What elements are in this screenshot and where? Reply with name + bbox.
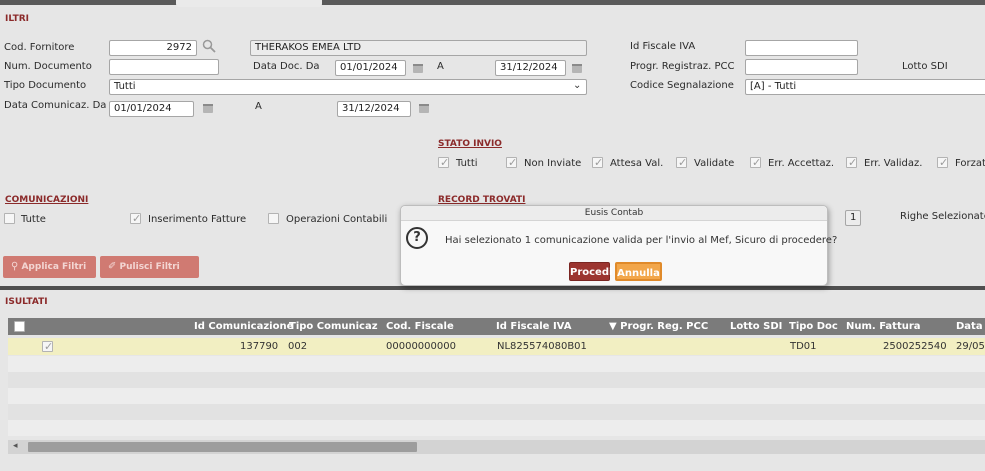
id-fiscale-iva-label: Id Fiscale IVA (630, 41, 696, 52)
calendar-icon[interactable] (413, 64, 423, 73)
data-doc-a-label: A (437, 61, 444, 72)
cell-id: 137790 (240, 341, 279, 352)
scrollbar-thumb[interactable] (28, 442, 417, 452)
table-row[interactable]: 137790 002 00000000000 NL825574080B01 TD… (8, 338, 985, 355)
stato-invio-title: STATO INVIO (438, 139, 502, 149)
data-comunicaz-from-input[interactable]: 01/01/2024 (109, 101, 194, 117)
cell-id-fiscale-iva: NL825574080B01 (497, 341, 587, 352)
col-cod-fiscale[interactable]: Cod. Fiscale (386, 321, 454, 332)
applica-filtri-button[interactable]: ⚲ Applica Filtri (3, 256, 96, 278)
stato-forzat-checkbox[interactable] (937, 156, 948, 169)
id-fiscale-iva-input[interactable] (745, 40, 858, 56)
comunicazioni-tutte-checkbox[interactable] (4, 213, 15, 224)
calendar-icon[interactable] (419, 104, 429, 113)
record-count: 1 (845, 210, 861, 226)
stato-attesa-label: Attesa Val. (610, 158, 664, 169)
section-divider (0, 286, 985, 290)
fornitore-name-field: THERAKOS EMEA LTD (250, 40, 587, 56)
stato-tutti-label: Tutti (456, 158, 478, 169)
tipo-documento-label: Tipo Documento (4, 80, 87, 91)
stato-forzat-label: Forzat (955, 158, 985, 169)
record-trovati-title: RECORD TROVATI (438, 195, 526, 205)
stato-err-validaz-checkbox[interactable] (846, 156, 857, 169)
cod-fornitore-input[interactable]: 2972 (109, 40, 197, 56)
calendar-icon[interactable] (572, 64, 582, 73)
empty-row (8, 388, 985, 404)
num-documento-label: Num. Documento (4, 61, 92, 72)
cell-num-fattura: 2500252540 (883, 341, 947, 352)
tipo-documento-value: Tutti (114, 81, 136, 92)
cell-tipo-doc: TD01 (790, 341, 817, 352)
empty-row (8, 404, 985, 420)
pulisci-filtri-button[interactable]: ✐ Pulisci Filtri (100, 256, 199, 278)
search-icon: ⚲ (11, 261, 19, 272)
operazioni-contabili-checkbox[interactable] (268, 213, 279, 224)
cell-data: 29/05 (956, 341, 985, 352)
stato-attesa-checkbox[interactable] (592, 156, 603, 169)
col-tipo-doc[interactable]: Tipo Doc (789, 321, 838, 332)
col-progr-reg-pcc[interactable]: ▼ Progr. Reg. PCC (609, 321, 708, 332)
stato-err-accettaz-label: Err. Accettaz. (768, 158, 835, 169)
empty-row (8, 420, 985, 436)
cod-fornitore-label: Cod. Fornitore (4, 42, 75, 53)
tipo-documento-select[interactable]: Tutti (109, 79, 587, 95)
procedi-button[interactable]: Procedi (569, 262, 612, 281)
results-header: Id Comunicazione Tipo Comunicaz Cod. Fis… (8, 318, 985, 335)
stato-validate-label: Validate (694, 158, 735, 169)
confirm-dialog: Eusis Contab ? Hai selezionato 1 comunic… (400, 205, 837, 286)
row-checkbox[interactable] (42, 340, 53, 353)
filters-title: ILTRI (5, 14, 30, 24)
codice-segnalazione-select[interactable]: [A] - Tutti (745, 79, 985, 95)
chevron-down-icon[interactable]: ⌄ (573, 80, 581, 91)
lotto-sdi-label: Lotto SDI (902, 61, 948, 72)
question-icon: ? (406, 227, 428, 249)
stato-non-inviate-checkbox[interactable] (506, 156, 517, 169)
horizontal-scrollbar[interactable]: ◂ (8, 440, 985, 454)
search-icon[interactable] (202, 39, 216, 53)
data-comunicaz-a-label: A (255, 101, 262, 112)
cell-tipo: 002 (288, 341, 308, 352)
num-documento-input[interactable] (109, 59, 219, 75)
annulla-button[interactable]: Annulla (615, 262, 662, 281)
data-doc-to-input[interactable]: 31/12/2024 (495, 60, 566, 76)
dialog-message: Hai selezionato 1 comunicazione valida p… (445, 235, 838, 246)
progr-registraz-pcc-input[interactable] (745, 59, 858, 75)
data-comunicaz-to-input[interactable]: 31/12/2024 (337, 101, 411, 117)
col-lotto-sdi[interactable]: Lotto SDI (730, 321, 782, 332)
top-bar (0, 0, 985, 5)
dialog-title: Eusis Contab (401, 206, 827, 221)
stato-err-validaz-label: Err. Validaz. (864, 158, 923, 169)
codice-segnalazione-label: Codice Segnalazione (630, 80, 734, 91)
righe-selezionate-label: Righe Selezionate (900, 211, 985, 222)
empty-row (8, 356, 985, 372)
comunicazioni-tutte-label: Tutte (21, 214, 46, 225)
col-num-fattura[interactable]: Num. Fattura (846, 321, 921, 332)
data-doc-label: Data Doc. Da (253, 61, 320, 72)
col-id-fiscale-iva[interactable]: Id Fiscale IVA (496, 321, 571, 332)
data-comunicaz-label: Data Comunicaz. Da (4, 100, 107, 111)
operazioni-contabili-label: Operazioni Contabili (286, 214, 388, 225)
active-tab[interactable] (176, 0, 322, 7)
stato-validate-checkbox[interactable] (676, 156, 687, 169)
stato-non-inviate-label: Non Inviate (524, 158, 582, 169)
cell-cod-fiscale: 00000000000 (386, 341, 456, 352)
results-title: ISULTATI (5, 297, 48, 307)
empty-row (8, 372, 985, 388)
col-tipo-comunicaz[interactable]: Tipo Comunicaz (289, 321, 378, 332)
col-id-comunicazione[interactable]: Id Comunicazione (194, 321, 293, 332)
inserimento-fatture-label: Inserimento Fatture (148, 214, 247, 225)
calendar-icon[interactable] (203, 104, 213, 113)
inserimento-fatture-checkbox[interactable] (130, 212, 141, 225)
select-all-checkbox[interactable] (14, 321, 25, 332)
progr-registraz-pcc-label: Progr. Registraz. PCC (630, 61, 735, 72)
scroll-left-icon[interactable]: ◂ (13, 441, 18, 451)
eraser-icon: ✐ (108, 261, 117, 272)
comunicazioni-title: COMUNICAZIONI (5, 195, 89, 205)
col-data[interactable]: Data E (956, 321, 985, 332)
stato-err-accettaz-checkbox[interactable] (750, 156, 761, 169)
data-doc-from-input[interactable]: 01/01/2024 (335, 60, 406, 76)
stato-tutti-checkbox[interactable] (438, 156, 449, 169)
